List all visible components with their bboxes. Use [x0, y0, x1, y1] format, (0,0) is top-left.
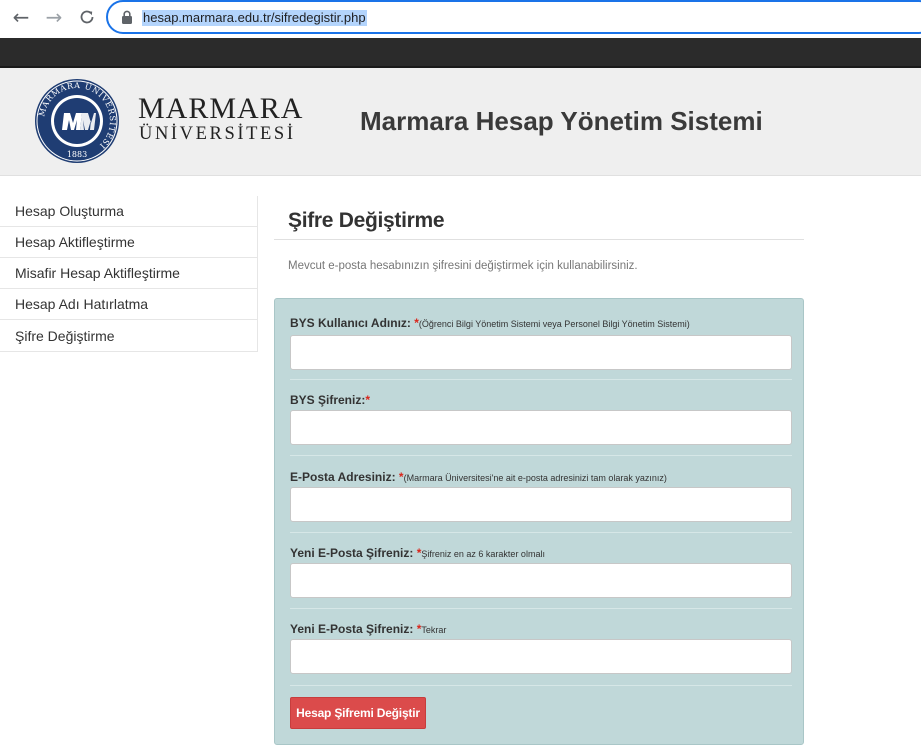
field-label: E-Posta Adresiniz: *(Marmara Üniversites… — [290, 470, 667, 484]
sidebar-menu: Hesap Oluşturma Hesap Aktifleştirme Misa… — [0, 196, 258, 352]
bys-username-input[interactable] — [290, 335, 792, 370]
field-new-password: Yeni E-Posta Şifreniz: *Şifreniz en az 6… — [290, 545, 792, 598]
field-divider — [290, 455, 792, 456]
sidebar-item-hesap-adi-hatirlatma[interactable]: Hesap Adı Hatırlatma — [0, 289, 257, 320]
password-change-form: BYS Kullanıcı Adınız: *(Öğrenci Bilgi Yö… — [274, 298, 804, 745]
sidebar-item-sifre-degistirme[interactable]: Şifre Değiştirme — [0, 320, 257, 351]
reload-icon[interactable] — [74, 4, 100, 30]
field-divider — [290, 685, 792, 686]
sidebar-item-hesap-olusturma[interactable]: Hesap Oluşturma — [0, 196, 257, 227]
sidebar-item-hesap-aktiflestirme[interactable]: Hesap Aktifleştirme — [0, 227, 257, 258]
field-divider — [290, 532, 792, 533]
logo-subtitle: ÜNİVERSİTESİ — [139, 124, 296, 144]
field-label: BYS Şifreniz:* — [290, 393, 371, 407]
logo-title: MARMARA — [138, 92, 304, 125]
forward-arrow-icon[interactable]: → — [41, 4, 67, 30]
field-label: Yeni E-Posta Şifreniz: *Şifreniz en az 6… — [290, 546, 545, 560]
field-divider — [290, 608, 792, 609]
new-password-input[interactable] — [290, 563, 792, 598]
field-new-password-repeat: Yeni E-Posta Şifreniz: *Tekrar — [290, 621, 792, 674]
field-email-address: E-Posta Adresiniz: *(Marmara Üniversites… — [290, 469, 792, 522]
back-arrow-icon[interactable]: ← — [8, 4, 34, 30]
lock-icon — [122, 10, 132, 24]
email-address-input[interactable] — [290, 487, 792, 522]
url-text[interactable]: hesap.marmara.edu.tr/sifredegistir.php — [142, 10, 367, 26]
bys-password-input[interactable] — [290, 410, 792, 445]
field-hint: Tekrar — [421, 625, 447, 635]
required-marker: * — [365, 393, 371, 407]
field-divider — [290, 379, 792, 380]
svg-text:1883: 1883 — [67, 150, 87, 159]
page-title: Şifre Değiştirme — [288, 209, 445, 232]
top-dark-bar — [0, 38, 921, 68]
field-bys-password: BYS Şifreniz:* — [290, 392, 792, 445]
university-seal-logo[interactable]: MARMARA ÜNİVERSİTESİ 1883 — [34, 78, 120, 164]
field-label: Yeni E-Posta Şifreniz: *Tekrar — [290, 622, 447, 636]
new-password-repeat-input[interactable] — [290, 639, 792, 674]
system-title: Marmara Hesap Yönetim Sistemi — [360, 106, 763, 136]
title-divider — [274, 239, 804, 240]
field-hint: (Marmara Üniversitesi'ne ait e-posta adr… — [403, 473, 667, 483]
sidebar-item-misafir-hesap-aktiflestirme[interactable]: Misafir Hesap Aktifleştirme — [0, 258, 257, 289]
browser-toolbar: ← → hesap.marmara.edu.tr/sifredegistir.p… — [0, 0, 921, 38]
field-bys-username: BYS Kullanıcı Adınız: *(Öğrenci Bilgi Yö… — [290, 315, 792, 370]
site-header: MARMARA ÜNİVERSİTESİ 1883 MARMARA ÜNİVER… — [0, 68, 921, 176]
intro-text: Mevcut e-posta hesabınızın şifresini değ… — [288, 260, 638, 272]
field-label: BYS Kullanıcı Adınız: *(Öğrenci Bilgi Yö… — [290, 316, 690, 330]
change-password-button[interactable]: Hesap Şifremi Değiştir — [290, 697, 426, 729]
field-hint: (Öğrenci Bilgi Yönetim Sistemi veya Pers… — [418, 319, 690, 329]
field-hint: Şifreniz en az 6 karakter olmalı — [421, 549, 545, 559]
address-bar[interactable]: hesap.marmara.edu.tr/sifredegistir.php — [106, 0, 921, 34]
